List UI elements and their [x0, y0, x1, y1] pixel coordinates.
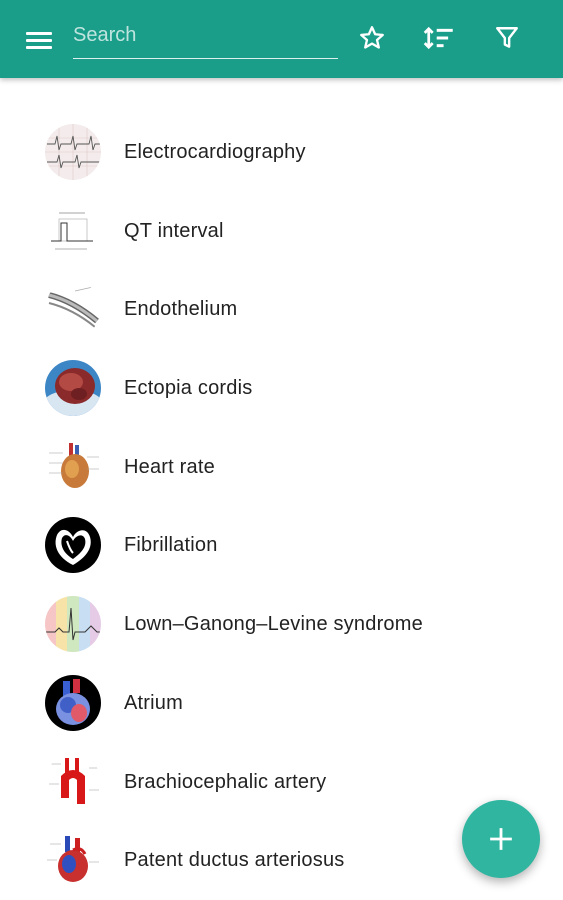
item-label: Ectopia cordis [124, 377, 253, 400]
item-label: Endothelium [124, 298, 238, 321]
search-field [73, 18, 338, 59]
item-label: Patent ductus arteriosus [124, 849, 345, 872]
list-item[interactable]: Endothelium [0, 269, 563, 348]
item-label: Electrocardiography [124, 141, 306, 163]
list-item[interactable]: Electrocardiography [0, 112, 563, 191]
app-bar [0, 0, 563, 78]
star-icon [360, 26, 384, 49]
add-button[interactable] [462, 800, 540, 878]
list-item[interactable]: Ectopia cordis [0, 348, 563, 427]
item-label: Brachiocephalic artery [124, 770, 327, 793]
search-input[interactable] [73, 18, 338, 52]
qt-diagram-thumbnail [45, 202, 101, 259]
list-item[interactable]: Heart rate [0, 427, 563, 506]
heart-anatomy-thumbnail [45, 438, 101, 495]
sort-icon [423, 26, 453, 50]
endothelium-thumbnail [45, 281, 101, 338]
sort-button[interactable] [421, 20, 457, 56]
heart-diagram-thumbnail [45, 674, 101, 731]
ecg-thumbnail [45, 124, 101, 180]
item-label: QT interval [124, 219, 224, 242]
heart-outline-thumbnail [45, 517, 101, 574]
heart-vessels-thumbnail [45, 832, 101, 889]
article-list: Electrocardiography QT interval Endothel… [0, 112, 563, 899]
item-label: Lown–Ganong–Levine syndrome [124, 613, 423, 636]
ecg-wave-thumbnail [45, 596, 101, 653]
list-item[interactable]: Atrium [0, 663, 563, 742]
filter-button[interactable] [489, 20, 525, 56]
list-item[interactable]: Fibrillation [0, 505, 563, 584]
item-label: Heart rate [124, 455, 215, 478]
menu-button[interactable] [22, 25, 58, 55]
item-label: Atrium [124, 691, 183, 714]
list-item[interactable]: Lown–Ganong–Levine syndrome [0, 584, 563, 663]
list-item[interactable]: QT interval [0, 191, 563, 270]
plus-icon [490, 828, 512, 850]
heart-photo-thumbnail [45, 360, 101, 417]
favorites-button[interactable] [354, 20, 390, 56]
item-label: Fibrillation [124, 534, 218, 557]
artery-thumbnail [45, 753, 101, 810]
filter-icon [496, 27, 518, 48]
